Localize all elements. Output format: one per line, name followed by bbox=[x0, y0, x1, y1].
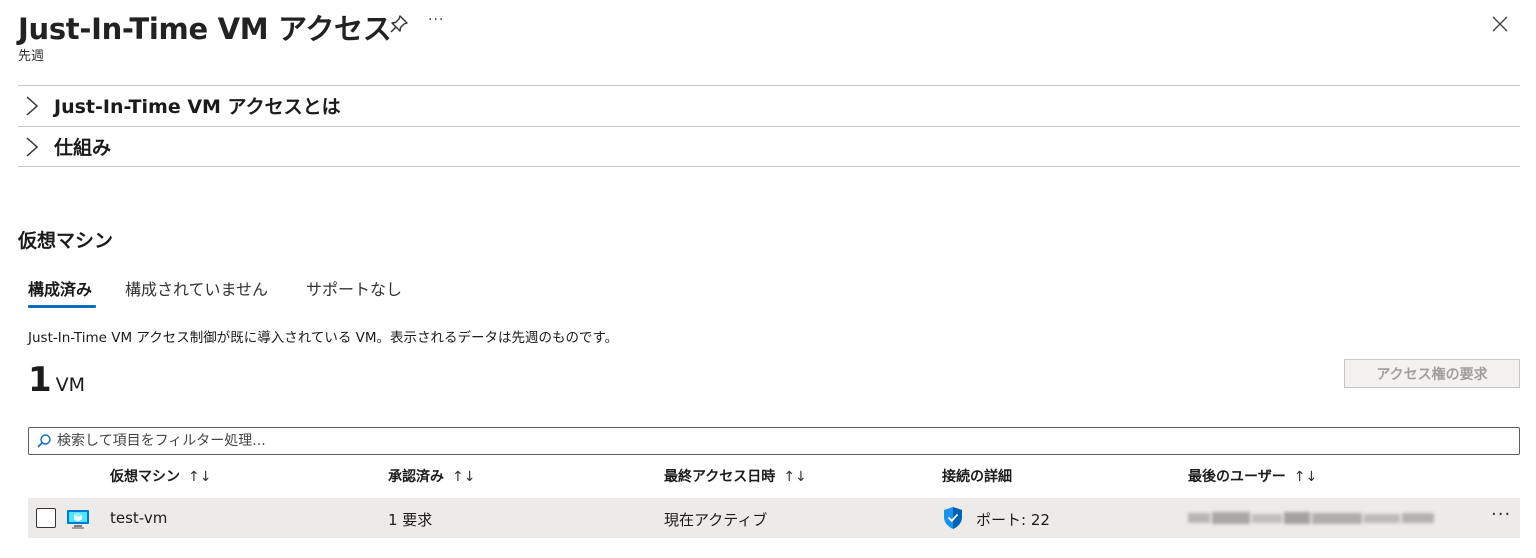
connection-value: ポート: 22 bbox=[976, 511, 1050, 529]
pin-icon[interactable] bbox=[388, 13, 410, 35]
column-header-label: 承認済み bbox=[388, 469, 444, 485]
sort-icon[interactable]: ↑↓ bbox=[783, 469, 806, 485]
vm-icon bbox=[67, 510, 89, 529]
accordion-how-it-works[interactable]: 仕組み bbox=[18, 126, 1520, 166]
request-access-button[interactable]: アクセス権の要求 bbox=[1344, 359, 1520, 388]
sort-icon[interactable]: ↑↓ bbox=[1294, 469, 1317, 485]
column-header-last-user[interactable]: 最後のユーザー ↑↓ bbox=[1188, 466, 1317, 486]
accordion-label: 仕組み bbox=[54, 137, 112, 159]
search-icon bbox=[37, 434, 51, 448]
vm-count-unit: VM bbox=[55, 374, 86, 396]
last-access-value: 現在アクティブ bbox=[664, 511, 768, 529]
sort-icon[interactable]: ↑↓ bbox=[452, 469, 475, 485]
approved-value: 1 要求 bbox=[388, 511, 433, 529]
accordion-what-is-jit[interactable]: Just-In-Time VM アクセスとは bbox=[18, 85, 1520, 125]
column-header-label: 最終アクセス日時 bbox=[664, 469, 776, 485]
column-header-connection: 接続の詳細 bbox=[942, 466, 1012, 486]
vm-count-number: 1 bbox=[28, 360, 52, 400]
search-box bbox=[28, 427, 1520, 455]
tab-description: Just-In-Time VM アクセス制御が既に導入されている VM。表示され… bbox=[28, 330, 619, 346]
accordion-label: Just-In-Time VM アクセスとは bbox=[54, 96, 341, 118]
vm-name[interactable]: test-vm bbox=[110, 509, 167, 527]
page-title: Just-In-Time VM アクセス bbox=[18, 12, 392, 46]
page-subtitle: 先週 bbox=[18, 49, 45, 64]
column-header-label: 接続の詳細 bbox=[942, 469, 1012, 485]
more-icon[interactable]: ··· bbox=[428, 12, 444, 28]
row-checkbox[interactable] bbox=[36, 508, 56, 528]
shield-icon bbox=[944, 507, 962, 529]
redacted-user bbox=[1188, 512, 1434, 524]
column-header-last-access[interactable]: 最終アクセス日時 ↑↓ bbox=[664, 466, 807, 486]
sort-icon[interactable]: ↑↓ bbox=[188, 469, 211, 485]
tab-configured[interactable]: 構成済み bbox=[28, 276, 92, 300]
search-input[interactable] bbox=[57, 431, 1497, 451]
divider bbox=[18, 166, 1520, 167]
tab-unsupported[interactable]: サポートなし bbox=[306, 276, 402, 300]
column-header-label: 仮想マシン bbox=[110, 469, 180, 485]
section-title: 仮想マシン bbox=[18, 230, 114, 252]
close-icon[interactable] bbox=[1490, 14, 1510, 34]
column-header-approved[interactable]: 承認済み ↑↓ bbox=[388, 466, 475, 486]
column-header-label: 最後のユーザー bbox=[1188, 469, 1286, 485]
table-row[interactable]: test-vm 1 要求 現在アクティブ ポート: 22 ··· bbox=[28, 498, 1520, 538]
chevron-right-icon bbox=[26, 96, 39, 116]
row-more-icon[interactable]: ··· bbox=[1491, 504, 1511, 525]
vm-count: 1 VM bbox=[28, 360, 85, 400]
tab-not-configured[interactable]: 構成されていません bbox=[125, 276, 268, 300]
active-tab-indicator bbox=[28, 305, 96, 308]
chevron-right-icon bbox=[26, 137, 39, 157]
column-header-vm[interactable]: 仮想マシン ↑↓ bbox=[110, 466, 211, 486]
